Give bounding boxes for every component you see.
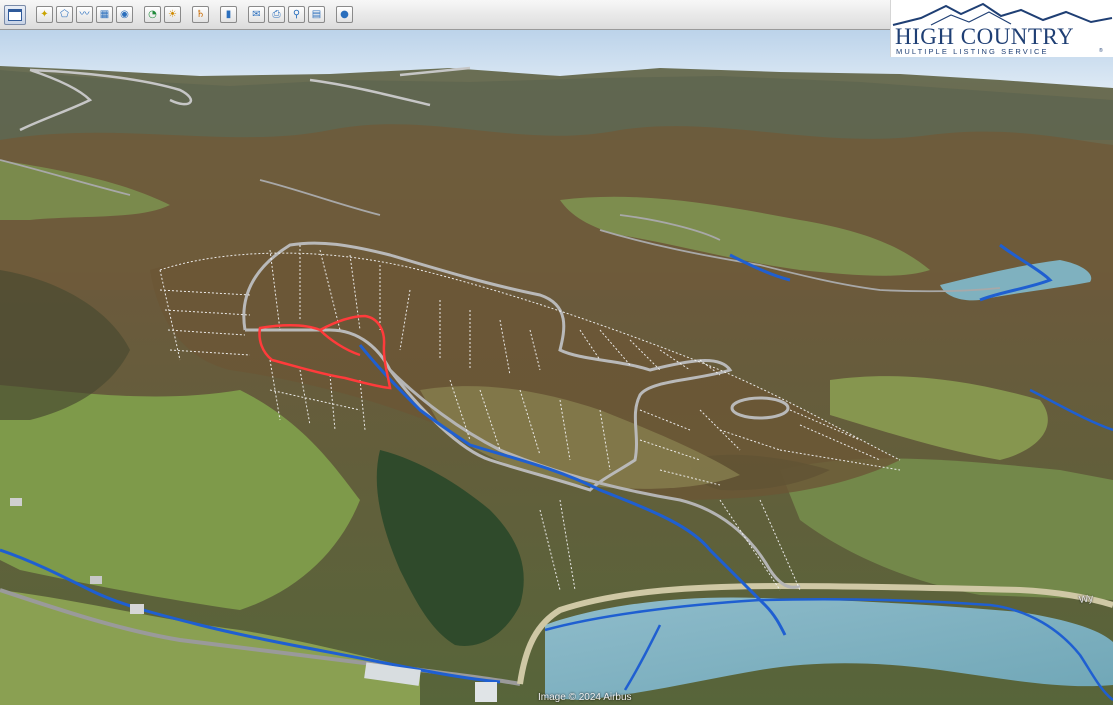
save-image-button[interactable]: ⚲	[288, 6, 305, 23]
high-country-mls-logo: HIGH COUNTRY MULTIPLE LISTING SERVICE ®	[890, 0, 1113, 57]
earth-gallery-icon: ●	[340, 8, 349, 20]
record-tour-button[interactable]: ◉	[116, 6, 133, 23]
ridge-brown	[0, 124, 1113, 290]
placemark-button[interactable]: ✦	[36, 6, 53, 23]
view-in-maps-button[interactable]: ▤	[308, 6, 325, 23]
placemark-icon: ✦	[40, 8, 49, 20]
historical-imagery-button[interactable]: ◔	[144, 6, 161, 23]
view-in-maps-icon: ▤	[311, 8, 322, 20]
save-image-icon: ⚲	[292, 8, 301, 20]
toolbar-buttons: ✦ ⬠ 〰 ▦ ◉ ◔ ☀ ♄ ▮ ✉ ⎙ ⚲ ▤ ●	[36, 6, 356, 23]
print-button[interactable]: ⎙	[268, 6, 285, 23]
path-icon: 〰	[79, 8, 90, 20]
sidebar-toggle-button[interactable]	[4, 4, 26, 25]
historical-imagery-icon: ◔	[148, 8, 157, 20]
ruler-icon: ▮	[225, 8, 232, 20]
planets-button[interactable]: ♄	[192, 6, 209, 23]
earth-gallery-button[interactable]: ●	[336, 6, 353, 23]
road-label: Wy	[1078, 593, 1095, 606]
planets-icon: ♄	[196, 8, 205, 20]
email-button[interactable]: ✉	[248, 6, 265, 23]
satellite-map[interactable]	[0, 30, 1113, 705]
mountains-icon	[892, 2, 1113, 26]
imagery-attribution: Image © 2024 Airbus	[538, 692, 632, 703]
polygon-button[interactable]: ⬠	[56, 6, 73, 23]
email-icon: ✉	[252, 8, 261, 20]
overlay-button[interactable]: ▦	[96, 6, 113, 23]
record-tour-icon: ◉	[120, 8, 129, 20]
sunlight-icon: ☀	[168, 8, 177, 20]
logo-subtitle: MULTIPLE LISTING SERVICE	[896, 47, 1049, 56]
sunlight-button[interactable]: ☀	[164, 6, 181, 23]
overlay-icon: ▦	[99, 8, 110, 20]
polygon-icon: ⬠	[60, 8, 69, 20]
print-icon: ⎙	[272, 8, 281, 20]
logo-trademark: ®	[1099, 48, 1103, 54]
ruler-button[interactable]: ▮	[220, 6, 237, 23]
path-button[interactable]: 〰	[76, 6, 93, 23]
